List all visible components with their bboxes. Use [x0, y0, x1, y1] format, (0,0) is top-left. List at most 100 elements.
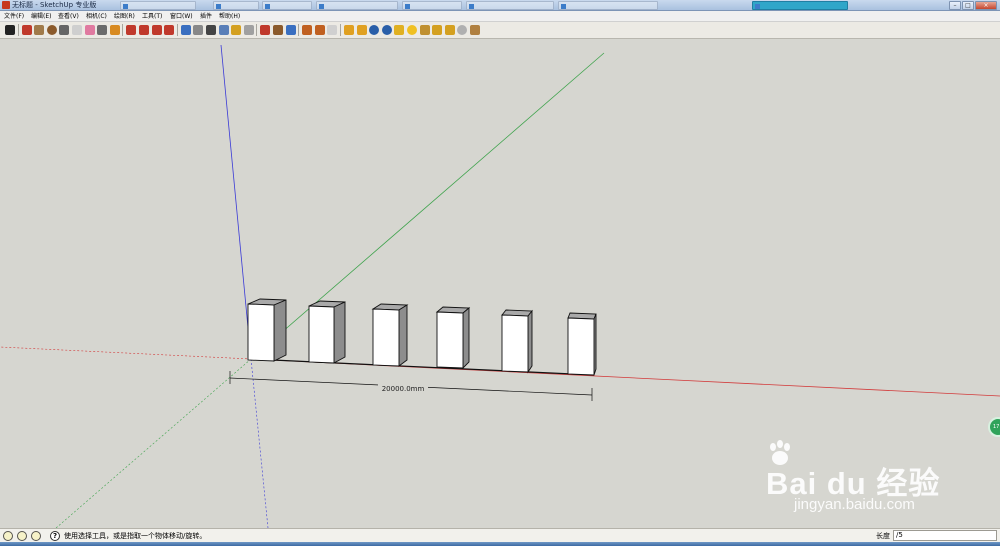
- red-axis-left: [0, 346, 252, 360]
- background-tab-6[interactable]: [558, 1, 658, 10]
- credits-icon[interactable]: [17, 531, 27, 541]
- move-tool-button[interactable]: [138, 24, 150, 36]
- offset-tool-button[interactable]: [163, 24, 175, 36]
- minimize-button[interactable]: –: [949, 1, 961, 10]
- share-component-tool-button[interactable]: [326, 24, 338, 36]
- line-tool-button[interactable]: [21, 24, 33, 36]
- background-tab-7[interactable]: [752, 1, 848, 10]
- browser-tab-icon: [319, 4, 324, 9]
- column-box-3[interactable]: [371, 303, 409, 367]
- extension-tool-11-button[interactable]: [469, 24, 481, 36]
- pan-tool-button[interactable]: [192, 24, 204, 36]
- share-model-tool-button[interactable]: [314, 24, 326, 36]
- extension-tool-1-button[interactable]: [343, 24, 355, 36]
- title-bar: 无标题 - SketchUp 专业版 – □ ×: [0, 0, 1000, 11]
- tag-icon: [394, 25, 405, 35]
- column-front-face: [308, 305, 335, 364]
- previous-view-tool-button[interactable]: [230, 24, 242, 36]
- extension-tool-5-button[interactable]: [393, 24, 405, 36]
- column-box-4[interactable]: [435, 306, 471, 370]
- dimension[interactable]: 20000.0mm: [229, 371, 593, 401]
- sphere-icon: [457, 25, 468, 35]
- push-pull-icon: [126, 25, 137, 35]
- eye-icon: [285, 25, 296, 35]
- magnifier-icon: [206, 25, 216, 35]
- pencil-icon: [21, 25, 32, 35]
- look-around-tool-button[interactable]: [285, 24, 297, 36]
- background-tab-0[interactable]: [120, 1, 196, 10]
- menu-edit[interactable]: 编辑(E): [31, 12, 51, 21]
- maximize-button[interactable]: □: [962, 1, 974, 10]
- browser-tab-icon: [123, 4, 128, 9]
- column-box-6[interactable]: [567, 312, 597, 376]
- pin-icon: [419, 25, 430, 35]
- close-button[interactable]: ×: [975, 1, 997, 10]
- menu-window[interactable]: 窗口(W): [170, 12, 193, 21]
- extension-tool-8-button[interactable]: [431, 24, 443, 36]
- column-box-5[interactable]: [501, 309, 533, 374]
- column-box-1[interactable]: [247, 298, 287, 362]
- toolbar-separator: [122, 24, 124, 36]
- eraser-tool-button[interactable]: [84, 24, 96, 36]
- walk-icon: [273, 25, 283, 35]
- extension-tool-7-button[interactable]: [419, 24, 431, 36]
- column-front-face: [567, 317, 595, 376]
- extension-tool-9-button[interactable]: [444, 24, 456, 36]
- zoom-tool-button[interactable]: [205, 24, 217, 36]
- paint-bucket-icon: [109, 25, 120, 35]
- circle-tool-button[interactable]: [46, 24, 58, 36]
- menu-camera[interactable]: 相机(C): [86, 12, 107, 21]
- bird-icon: [444, 25, 455, 35]
- previous-view-icon: [231, 25, 242, 35]
- next-view-tool-button[interactable]: [243, 24, 255, 36]
- zoom-extents-tool-button[interactable]: [218, 24, 230, 36]
- menu-plugins[interactable]: 插件: [200, 12, 212, 21]
- background-tab-1[interactable]: [213, 1, 259, 10]
- push-pull-tool-button[interactable]: [125, 24, 137, 36]
- browser-tab-icon: [265, 4, 270, 9]
- menu-view[interactable]: 查看(V): [58, 12, 79, 21]
- make-component-tool-button[interactable]: [71, 24, 83, 36]
- extension-tool-6-button[interactable]: [406, 24, 418, 36]
- column-front-face: [501, 314, 529, 373]
- toolbar-separator: [340, 24, 341, 36]
- rectangle-icon: [34, 25, 45, 35]
- select-tool-button[interactable]: [4, 24, 16, 36]
- paint-bucket-tool-button[interactable]: [109, 24, 121, 36]
- tape-measure-tool-button[interactable]: [96, 24, 108, 36]
- modeling-viewport[interactable]: 20000.0mm Bai du 经验 jingyan.baidu.com 17: [0, 39, 1000, 528]
- menu-file[interactable]: 文件(F): [4, 12, 24, 21]
- user-icon[interactable]: [31, 531, 41, 541]
- menu-tools[interactable]: 工具(T): [142, 12, 162, 21]
- extension-tool-10-button[interactable]: [456, 24, 468, 36]
- circle-icon: [46, 25, 57, 35]
- background-tab-4[interactable]: [402, 1, 462, 10]
- background-tab-3[interactable]: [316, 1, 398, 10]
- arc-tool-button[interactable]: [58, 24, 70, 36]
- column-side-face: [462, 307, 470, 370]
- rectangle-tool-button[interactable]: [33, 24, 45, 36]
- walk-tool-button[interactable]: [272, 24, 284, 36]
- main-toolbar: [0, 22, 1000, 39]
- background-tab-5[interactable]: [466, 1, 554, 10]
- ground-edge: [250, 358, 595, 376]
- extension-tool-3-button[interactable]: [368, 24, 380, 36]
- help-icon[interactable]: ?: [50, 531, 60, 541]
- extension-tool-2-button[interactable]: [356, 24, 368, 36]
- orbit-tool-button[interactable]: [180, 24, 192, 36]
- rotate-tool-button[interactable]: [151, 24, 163, 36]
- measurement-input[interactable]: /5: [893, 530, 997, 541]
- os-taskbar: [0, 542, 1000, 546]
- menu-help[interactable]: 帮助(H): [219, 12, 240, 21]
- extension-tool-4-button[interactable]: [381, 24, 393, 36]
- menu-draw[interactable]: 绘图(R): [114, 12, 135, 21]
- get-models-tool-button[interactable]: [301, 24, 313, 36]
- background-tab-2[interactable]: [262, 1, 312, 10]
- column-side-face: [527, 309, 533, 374]
- column-boxes[interactable]: [247, 298, 597, 376]
- green-axis-back: [250, 52, 605, 360]
- measurement-label: 长度: [876, 532, 890, 540]
- column-box-2[interactable]: [308, 300, 346, 364]
- geo-location-icon[interactable]: [3, 531, 13, 541]
- position-camera-tool-button[interactable]: [259, 24, 271, 36]
